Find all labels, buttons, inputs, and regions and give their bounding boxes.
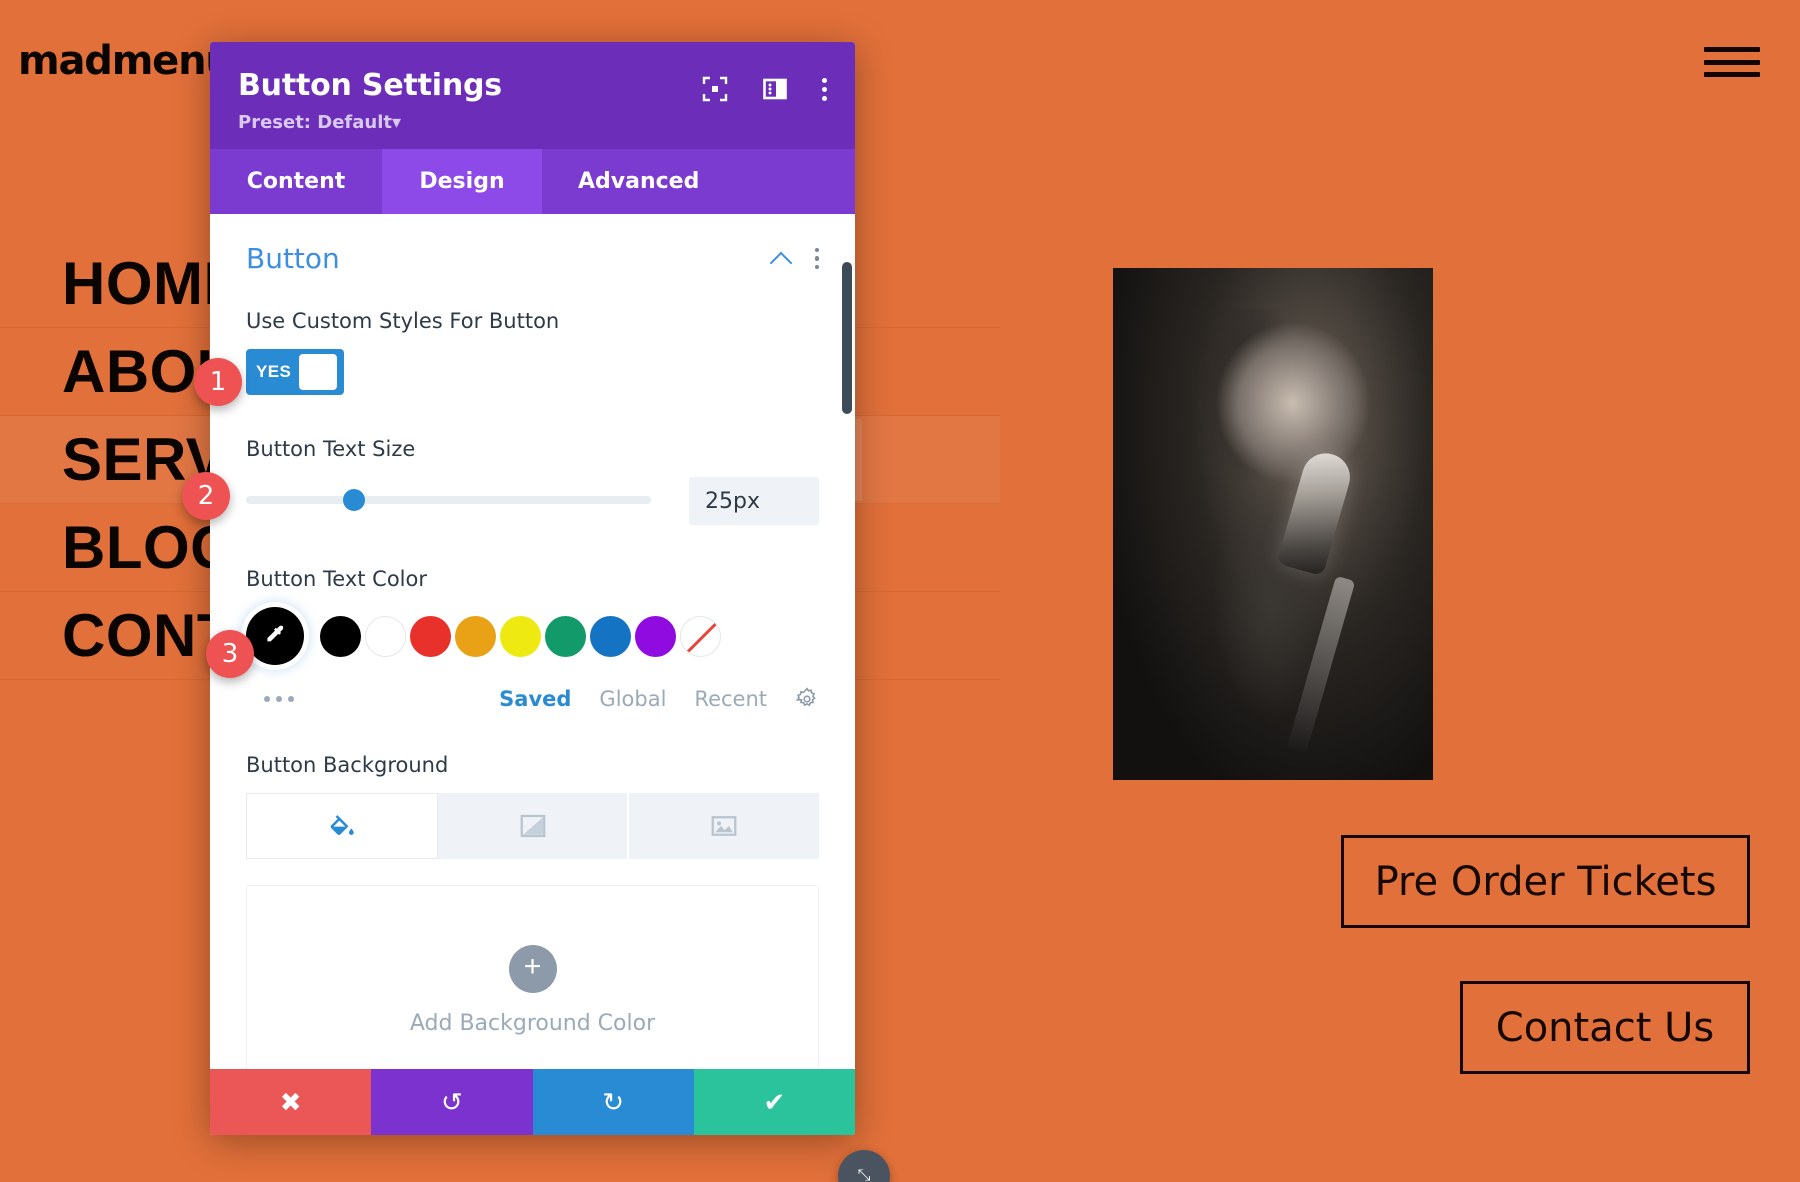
hamburger-bar xyxy=(1704,47,1760,52)
button-background-label: Button Background xyxy=(246,753,449,777)
color-swatch-purple[interactable] xyxy=(635,615,676,657)
hamburger-icon[interactable] xyxy=(1704,44,1760,80)
color-swatch-none[interactable] xyxy=(680,615,721,657)
custom-styles-field: Use Custom Styles For Button YES xyxy=(246,309,819,395)
fullscreen-target-icon[interactable] xyxy=(702,76,728,102)
site-logo[interactable]: madmenu xyxy=(18,38,234,84)
contact-us-button[interactable]: Contact Us xyxy=(1460,981,1750,1074)
modal-header: Button Settings Preset: Default▾ xyxy=(210,42,855,149)
text-size-field: Button Text Size xyxy=(246,437,819,525)
gradient-icon xyxy=(520,814,545,838)
selected-color-swatch[interactable] xyxy=(246,607,304,665)
modal-footer: ✖ ↺ ↻ ✔ xyxy=(210,1069,855,1135)
color-swatch-red[interactable] xyxy=(410,615,451,657)
text-size-label: Button Text Size xyxy=(246,437,416,461)
preset-selector[interactable]: Preset: Default▾ xyxy=(238,112,827,133)
text-size-input[interactable] xyxy=(689,477,819,525)
step-badge-2: 2 xyxy=(182,472,230,520)
custom-styles-toggle[interactable]: YES xyxy=(246,349,344,395)
tab-content[interactable]: Content xyxy=(210,149,382,214)
palette-row: Saved Global Recent xyxy=(246,687,819,711)
background-tab-gradient[interactable] xyxy=(437,793,630,859)
eyedropper-icon xyxy=(267,625,284,642)
cancel-button[interactable]: ✖ xyxy=(210,1069,372,1135)
undo-button[interactable]: ↺ xyxy=(371,1069,533,1135)
text-size-control xyxy=(246,477,819,525)
layout-panel-icon[interactable] xyxy=(762,76,788,102)
color-swatch-green[interactable] xyxy=(545,615,586,657)
preset-label: Preset: Default xyxy=(238,112,392,133)
dot xyxy=(264,696,270,702)
hamburger-bar xyxy=(1704,59,1760,65)
kebab-menu-icon[interactable] xyxy=(814,247,819,270)
section-title: Button xyxy=(246,242,340,275)
color-swatch-white[interactable] xyxy=(365,615,406,657)
background-tab-image[interactable] xyxy=(629,793,820,859)
kebab-menu-icon[interactable] xyxy=(822,77,827,101)
palette-tabs: Saved Global Recent xyxy=(499,687,819,711)
color-swatch-yellow[interactable] xyxy=(500,615,541,657)
button-section-header: Button xyxy=(246,242,819,275)
dot xyxy=(288,696,294,702)
gear-icon[interactable] xyxy=(795,687,819,711)
button-background-field: Button Background + Add Background Color xyxy=(246,753,820,1069)
toggle-value: YES xyxy=(256,362,292,381)
kebab-dot xyxy=(822,77,827,83)
kebab-dot xyxy=(814,247,819,253)
photo-figure xyxy=(1138,308,1414,780)
image-icon xyxy=(711,816,737,836)
chevron-down-icon: ▾ xyxy=(391,112,402,133)
modal-body: Button Use Custom Styles For Button YES xyxy=(210,214,855,1069)
color-swatch-black[interactable] xyxy=(320,615,361,657)
toggle-knob xyxy=(299,354,338,390)
color-swatch-blue[interactable] xyxy=(590,615,631,657)
vertical-scrollbar[interactable] xyxy=(842,262,852,414)
slider-track xyxy=(246,496,651,504)
text-size-slider[interactable] xyxy=(246,489,651,511)
palette-tab-saved[interactable]: Saved xyxy=(499,687,571,711)
color-swatch-row xyxy=(246,607,819,665)
modal-header-actions xyxy=(702,76,827,102)
background-tab-color[interactable] xyxy=(246,793,438,859)
three-dots-icon[interactable] xyxy=(264,696,294,702)
kebab-dot xyxy=(814,256,819,261)
tab-design[interactable]: Design xyxy=(382,149,542,214)
palette-tab-recent[interactable]: Recent xyxy=(694,687,767,711)
settings-content: Button Use Custom Styles For Button YES xyxy=(210,214,855,1069)
chevron-up-icon[interactable] xyxy=(771,248,793,270)
paint-bucket-icon xyxy=(330,815,354,836)
background-type-tabs xyxy=(246,793,820,859)
slider-knob[interactable] xyxy=(343,489,366,511)
step-badge-1: 1 xyxy=(194,358,242,406)
modal-tabs: Content Design Advanced xyxy=(210,149,855,214)
palette-tab-global[interactable]: Global xyxy=(599,687,666,711)
pre-order-tickets-button[interactable]: Pre Order Tickets xyxy=(1341,835,1750,928)
add-background-color-label: Add Background Color xyxy=(409,1010,656,1036)
button-settings-modal: Button Settings Preset: Default▾ Content… xyxy=(210,42,855,1135)
section-actions xyxy=(771,247,819,270)
text-color-label: Button Text Color xyxy=(246,567,427,591)
plus-icon[interactable]: + xyxy=(508,944,557,993)
dot xyxy=(276,696,282,702)
text-color-field: Button Text Color Saved Global Recent xyxy=(246,567,819,711)
custom-styles-label: Use Custom Styles For Button xyxy=(246,309,560,333)
color-swatch-orange[interactable] xyxy=(455,615,496,657)
add-background-color-area[interactable]: + Add Background Color xyxy=(246,885,819,1069)
step-badge-3: 3 xyxy=(206,630,254,678)
save-button[interactable]: ✔ xyxy=(693,1069,855,1135)
hamburger-bar xyxy=(1704,72,1760,77)
kebab-dot xyxy=(814,264,819,270)
performer-photo xyxy=(1113,268,1433,780)
tab-advanced[interactable]: Advanced xyxy=(542,149,735,214)
kebab-dot xyxy=(822,86,827,92)
kebab-dot xyxy=(822,95,827,101)
redo-button[interactable]: ↻ xyxy=(532,1069,694,1135)
